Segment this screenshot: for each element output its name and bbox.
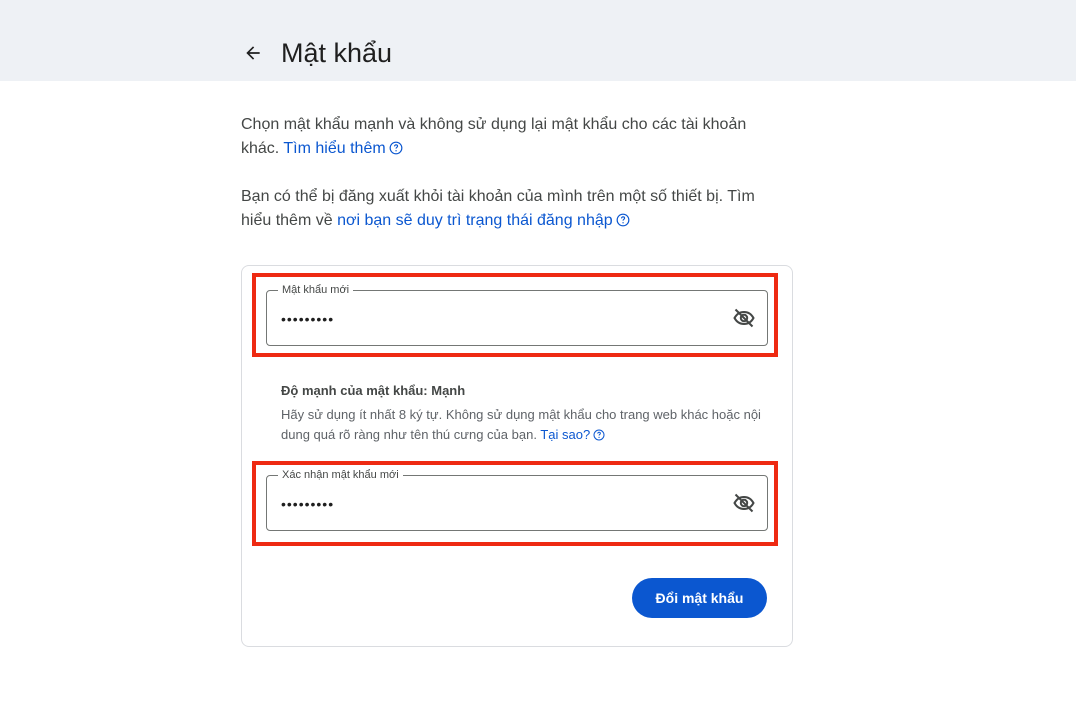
help-circle-icon[interactable] (389, 141, 403, 155)
back-button[interactable] (236, 36, 270, 70)
new-password-label: Mật khẩu mới (278, 283, 354, 297)
intro-paragraph: Chọn mật khẩu mạnh và không sử dụng lại … (241, 113, 781, 161)
page-header (0, 0, 1076, 81)
toggle-new-password-visibility[interactable] (731, 305, 757, 331)
password-hint-text: Hãy sử dụng ít nhất 8 ký tự. Không sử dụ… (281, 407, 761, 442)
arrow-back-icon (246, 46, 260, 60)
stay-signed-in-link[interactable]: nơi bạn sẽ duy trì trạng thái đăng nhập (337, 212, 613, 229)
password-strength: Độ mạnh của mật khẩu: Mạnh (281, 383, 466, 398)
help-circle-icon[interactable] (593, 429, 605, 441)
confirm-password-field[interactable]: Xác nhận mật khẩu mới ••••••••• (266, 468, 768, 531)
new-password-value: ••••••••• (281, 311, 335, 327)
why-link[interactable]: Tại sao? (540, 427, 590, 442)
help-circle-icon[interactable] (616, 213, 630, 227)
confirm-password-label: Xác nhận mật khẩu mới (278, 468, 403, 482)
new-password-field[interactable]: Mật khẩu mới ••••••••• (266, 283, 768, 346)
change-password-button[interactable]: Đổi mật khẩu (632, 578, 767, 618)
confirm-password-value: ••••••••• (281, 496, 335, 512)
password-hint: Hãy sử dụng ít nhất 8 ký tự. Không sử dụ… (281, 405, 761, 445)
page-title: Mật khẩu (281, 38, 393, 68)
signout-paragraph: Bạn có thể bị đăng xuất khỏi tài khoản c… (241, 185, 781, 233)
toggle-confirm-password-visibility[interactable] (731, 490, 757, 516)
eye-off-icon (733, 493, 755, 513)
eye-off-icon (733, 308, 755, 328)
learn-more-link[interactable]: Tìm hiểu thêm (283, 140, 385, 157)
